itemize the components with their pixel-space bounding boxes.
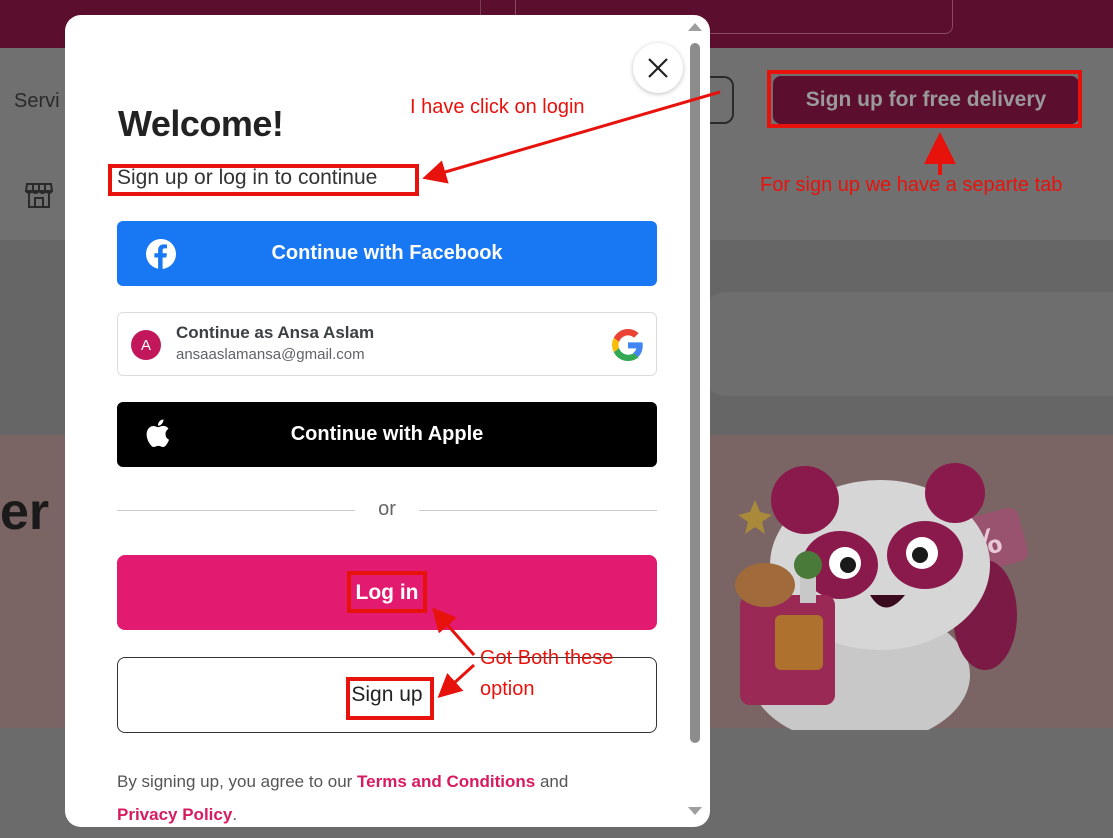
facebook-icon xyxy=(146,239,176,269)
scroll-down-arrow-icon[interactable] xyxy=(688,807,702,815)
privacy-policy-link[interactable]: Privacy Policy xyxy=(117,805,232,824)
legal-middle: and xyxy=(535,772,569,791)
modal-scrollbar[interactable] xyxy=(685,15,710,827)
legal-notice: By signing up, you agree to our Terms an… xyxy=(117,765,662,827)
store-icon[interactable] xyxy=(24,180,54,210)
hero-heading-partial: er xyxy=(0,483,50,541)
or-divider: or xyxy=(117,495,657,525)
scrollbar-thumb[interactable] xyxy=(690,43,700,743)
scroll-up-arrow-icon[interactable] xyxy=(688,23,702,31)
legal-prefix: By signing up, you agree to our xyxy=(117,772,358,791)
continue-with-facebook-button[interactable]: Continue with Facebook xyxy=(117,221,657,286)
login-modal: Welcome! Sign up or log in to continue C… xyxy=(65,15,710,827)
google-icon xyxy=(612,329,643,361)
google-one-tap-account[interactable]: A Continue as Ansa Aslam ansaaslamansa@g… xyxy=(117,312,657,376)
login-button-label: Log in xyxy=(355,580,419,604)
annotation-signup-note: For sign up we have a separte tab xyxy=(760,174,1063,196)
modal-title: Welcome! xyxy=(118,103,284,144)
continue-with-apple-button[interactable]: Continue with Apple xyxy=(117,402,657,467)
nav-item-services[interactable]: Servi xyxy=(14,90,60,113)
terms-and-conditions-link[interactable]: Terms and Conditions xyxy=(357,772,535,791)
annotation-both-note-line1: Got Both these xyxy=(480,647,614,669)
annotation-login-note: I have click on login xyxy=(410,96,585,118)
annotation-both-note-line2: option xyxy=(480,678,535,700)
signup-button-label: Sign up xyxy=(351,683,423,706)
signup-free-delivery-button[interactable]: Sign up for free delivery xyxy=(773,76,1079,124)
google-account-name: Continue as Ansa Aslam xyxy=(176,323,375,342)
close-icon xyxy=(648,58,668,78)
close-button[interactable] xyxy=(633,43,683,93)
avatar: A xyxy=(131,330,161,360)
apple-icon xyxy=(146,419,169,448)
modal-subtitle: Sign up or log in to continue xyxy=(117,166,378,189)
google-account-email: ansaaslamansa@gmail.com xyxy=(176,346,365,363)
background-search-field[interactable] xyxy=(690,292,1113,396)
login-button[interactable]: Log in xyxy=(117,555,657,630)
divider-line-right xyxy=(419,510,657,511)
legal-suffix: . xyxy=(232,805,238,824)
facebook-button-label: Continue with Facebook xyxy=(271,242,503,264)
panda-mascot-illustration: % xyxy=(735,463,1028,730)
apple-button-label: Continue with Apple xyxy=(290,423,484,445)
